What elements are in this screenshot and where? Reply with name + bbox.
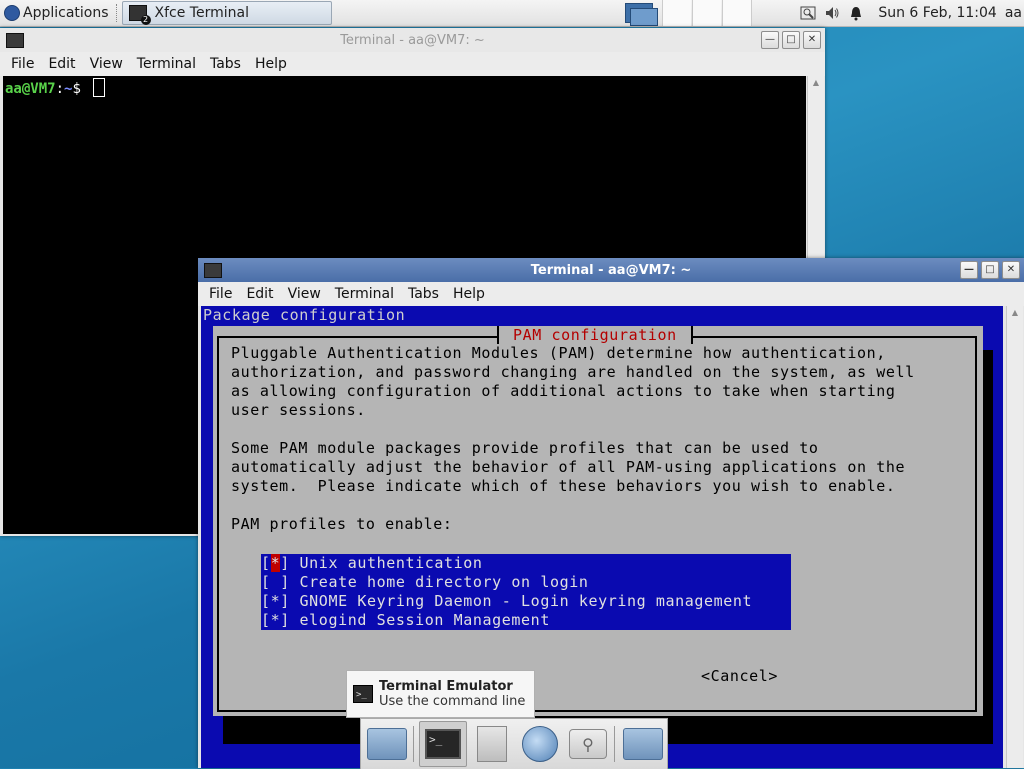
profiles-checklist: [*] Unix authentication [ ] Create home …: [261, 554, 791, 630]
menu-help[interactable]: Help: [446, 286, 492, 302]
prompt-symbol: $: [72, 81, 81, 97]
checklist-item-gnome-keyring[interactable]: [*] GNOME Keyring Daemon - Login keyring…: [261, 592, 791, 611]
menu-file[interactable]: File: [4, 56, 41, 72]
menu-file[interactable]: File: [202, 286, 239, 302]
terminal-window-front[interactable]: Terminal - aa@VM7: ~ — □ ✕ File Edit Vie…: [198, 258, 1024, 768]
close-button[interactable]: ✕: [803, 31, 821, 49]
window-count-badge: 2: [140, 15, 151, 25]
dock-item-web-browser[interactable]: [517, 722, 563, 766]
menu-tabs[interactable]: Tabs: [203, 56, 248, 72]
dock-item-file-manager[interactable]: [469, 722, 515, 766]
minimize-button[interactable]: —: [761, 31, 779, 49]
prompt-separator: :: [55, 81, 65, 97]
dock-item-terminal[interactable]: >_: [419, 721, 467, 767]
profiles-prompt: PAM profiles to enable:: [231, 515, 453, 533]
taskbar-button-xfce-terminal[interactable]: 2 Xfce Terminal: [121, 1, 332, 25]
window-title: Terminal - aa@VM7: ~: [530, 262, 692, 278]
menubar: File Edit View Terminal Tabs Help: [0, 52, 825, 76]
description-line: automatically adjust the behavior of all…: [231, 458, 906, 476]
package-configuration-header: Package configuration: [203, 306, 406, 324]
user-menu[interactable]: aa: [1005, 5, 1022, 21]
panel-separator: [115, 4, 119, 22]
prompt-user: aa@VM7: [5, 81, 56, 97]
window-titlebar[interactable]: Terminal - aa@VM7: ~ — □ ✕: [0, 28, 825, 52]
workspace-switcher-4[interactable]: [722, 0, 752, 26]
volume-icon[interactable]: [823, 4, 841, 22]
pam-configuration-dialog: PAM configuration Pluggable Authenticati…: [213, 326, 983, 716]
checklist-item-create-home-directory[interactable]: [ ] Create home directory on login: [261, 573, 791, 592]
scroll-up-arrow-icon[interactable]: ▲: [808, 76, 824, 90]
checklist-item-label: GNOME Keyring Daemon - Login keyring man…: [299, 592, 753, 610]
terminal-icon: 2: [128, 5, 151, 25]
menu-edit[interactable]: Edit: [239, 286, 280, 302]
network-icon[interactable]: [799, 4, 817, 22]
checklist-item-unix-authentication[interactable]: [*] Unix authentication: [261, 554, 791, 573]
home-folder-icon: [367, 728, 407, 760]
dock-tooltip: >_ Terminal Emulator Use the command lin…: [346, 670, 535, 718]
checkbox-mark: *: [270, 592, 281, 610]
menu-view[interactable]: View: [83, 56, 130, 72]
checklist-item-label: elogind Session Management: [299, 611, 550, 629]
folder-icon: [623, 728, 663, 760]
cancel-button[interactable]: <Cancel>: [701, 667, 778, 685]
tooltip-subtitle: Use the command line: [379, 694, 526, 709]
close-button[interactable]: ✕: [1002, 261, 1020, 279]
menu-terminal[interactable]: Terminal: [328, 286, 401, 302]
system-tray: Sun 6 Feb, 11:04 aa: [796, 0, 1024, 26]
workspace-switcher-1[interactable]: [622, 0, 662, 26]
checklist-item-label: Unix authentication: [299, 554, 483, 572]
scroll-up-arrow-icon[interactable]: ▲: [1007, 306, 1023, 320]
minimize-button[interactable]: —: [960, 261, 978, 279]
maximize-button[interactable]: □: [782, 31, 800, 49]
top-panel: Applications 2 Xfce Terminal Sun 6 Feb, …: [0, 0, 1024, 27]
terminal-icon: >_: [353, 685, 373, 703]
description-line: system. Please indicate which of these b…: [231, 477, 896, 495]
dialog-title: PAM configuration: [497, 326, 693, 344]
description-line: Pluggable Authentication Modules (PAM) d…: [231, 344, 886, 362]
terminal-area[interactable]: Package configuration PAM configuration …: [201, 306, 1003, 768]
menu-view[interactable]: View: [281, 286, 328, 302]
checkbox-mark: [271, 573, 281, 591]
dock-item-app-finder[interactable]: ⚲: [565, 722, 611, 766]
description-line: Some PAM module packages provide profile…: [231, 439, 819, 457]
dock-item-folder[interactable]: [620, 722, 666, 766]
app-finder-icon: ⚲: [569, 729, 607, 759]
vertical-scrollbar[interactable]: ▲: [1006, 306, 1023, 768]
menubar: File Edit View Terminal Tabs Help: [198, 282, 1024, 306]
clock[interactable]: Sun 6 Feb, 11:04: [878, 5, 996, 21]
shell-prompt: aa@VM7:~$: [5, 78, 106, 97]
checkbox-mark: *: [270, 611, 281, 629]
web-browser-icon: [522, 726, 558, 762]
window-titlebar[interactable]: Terminal - aa@VM7: ~ — □ ✕: [198, 258, 1024, 282]
terminal-icon: [204, 262, 222, 278]
applications-menu-button[interactable]: Applications: [0, 0, 113, 26]
file-cabinet-icon: [477, 726, 507, 762]
menu-edit[interactable]: Edit: [41, 56, 82, 72]
menu-terminal[interactable]: Terminal: [130, 56, 203, 72]
terminal-icon: [6, 32, 24, 48]
tooltip-title: Terminal Emulator: [379, 679, 513, 694]
dock-item-home-folder[interactable]: [364, 722, 410, 766]
checklist-item-elogind[interactable]: [*] elogind Session Management: [261, 611, 791, 630]
window-title: Terminal - aa@VM7: ~: [340, 32, 485, 48]
bottom-dock: >_ ⚲: [360, 718, 668, 769]
menu-tabs[interactable]: Tabs: [401, 286, 446, 302]
maximize-button[interactable]: □: [981, 261, 999, 279]
menu-help[interactable]: Help: [248, 56, 294, 72]
checkbox-mark: *: [270, 554, 281, 572]
workspace-switcher-2[interactable]: [662, 0, 691, 26]
workspace-switcher-3[interactable]: [692, 0, 721, 26]
description-line: as allowing configuration of additional …: [231, 382, 896, 400]
applications-label: Applications: [23, 5, 109, 21]
terminal-icon: >_: [425, 729, 461, 759]
taskbar-button-label: Xfce Terminal: [154, 5, 249, 21]
description-line: authorization, and password changing are…: [231, 363, 915, 381]
xfce-logo-icon: [4, 5, 20, 21]
checklist-item-label: Create home directory on login: [299, 573, 589, 591]
dock-separator: [413, 726, 416, 762]
notification-bell-icon[interactable]: [847, 4, 865, 22]
description-line: user sessions.: [231, 401, 366, 419]
dock-separator: [614, 726, 617, 762]
text-cursor: [93, 78, 106, 97]
